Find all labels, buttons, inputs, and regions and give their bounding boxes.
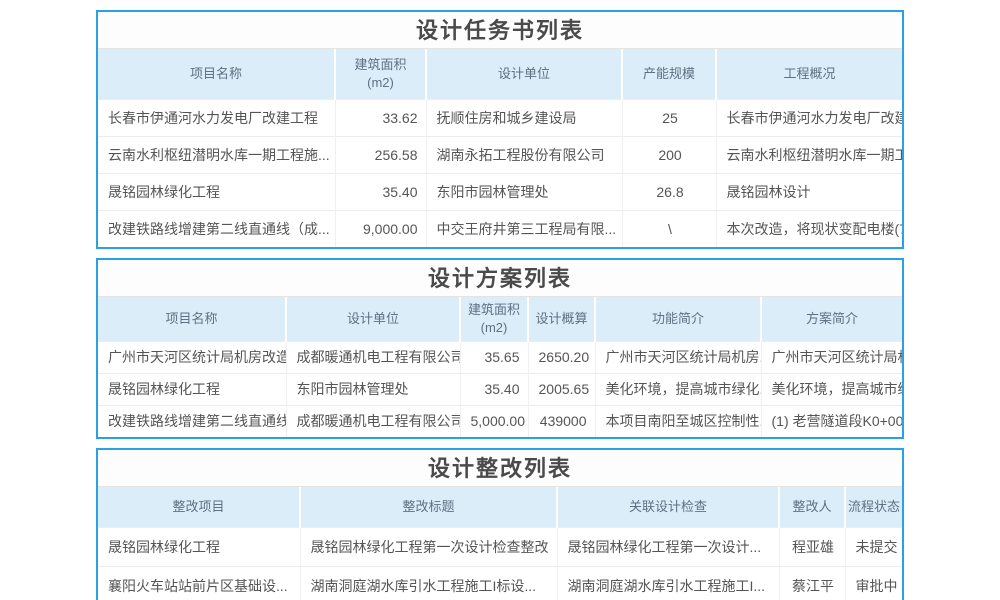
page: 设计任务书列表 项目名称建筑面积 (m2)设计单位产能规模工程概况长春市伊通河水… (0, 0, 1000, 600)
project-link[interactable]: 广州市天河区统计局机房改造... (98, 341, 286, 373)
number-cell: 35.65 (460, 341, 528, 373)
column-header: 建筑面积 (m2) (335, 49, 426, 99)
table-row: 改建铁路线增建第二线直通线（成...9,000.00中交王府井第三工程局有限..… (98, 210, 902, 247)
text-cell: 广州市天河区统计局机房... (761, 341, 902, 373)
number-cell: 439000 (528, 405, 595, 437)
text-cell: 长春市伊通河水力发电厂改建... (716, 99, 902, 136)
design-rectify-table: 整改项目整改标题关联设计检查整改人流程状态晟铭园林绿化工程晟铭园林绿化工程第一次… (98, 487, 902, 600)
number-cell: 256.58 (335, 136, 426, 173)
project-link[interactable]: 晟铭园林绿化工程 (98, 173, 335, 210)
value-cell: 25 (622, 99, 716, 136)
project-link[interactable]: 云南水利枢纽潜明水库一期工程施... (98, 136, 335, 173)
table-row: 晟铭园林绿化工程晟铭园林绿化工程第一次设计检查整改晟铭园林绿化工程第一次设计..… (98, 527, 902, 566)
column-header: 设计单位 (286, 297, 460, 341)
table-row: 广州市天河区统计局机房改造...成都暖通机电工程有限公司35.652650.20… (98, 341, 902, 373)
design-task-table: 项目名称建筑面积 (m2)设计单位产能规模工程概况长春市伊通河水力发电厂改建工程… (98, 49, 902, 247)
text-cell: 美化环境，提高城市绿化... (595, 373, 761, 405)
value-cell: 26.8 (622, 173, 716, 210)
number-cell: 2005.65 (528, 373, 595, 405)
column-header: 整改项目 (98, 487, 300, 527)
person-link[interactable]: 程亚雄 (779, 527, 845, 566)
panel-title-design-task-list: 设计任务书列表 (98, 12, 902, 49)
panel-title-design-rectify-list: 设计整改列表 (98, 450, 902, 487)
table-row: 襄阳火车站站前片区基础设...湖南洞庭湖水库引水工程施工I标设...湖南洞庭湖水… (98, 566, 902, 600)
header-row: 项目名称建筑面积 (m2)设计单位产能规模工程概况 (98, 49, 902, 99)
project-link[interactable]: 晟铭园林绿化工程 (98, 527, 300, 566)
text-cell: (1) 老营隧道段K0+000... (761, 405, 902, 437)
number-cell: 9,000.00 (335, 210, 426, 247)
text-cell: 成都暖通机电工程有限公司 (286, 341, 460, 373)
header-row: 整改项目整改标题关联设计检查整改人流程状态 (98, 487, 902, 527)
text-cell: 本项目南阳至城区控制性... (595, 405, 761, 437)
value-cell: 200 (622, 136, 716, 173)
text-cell: 美化环境，提高城市绿化... (761, 373, 902, 405)
text-cell: 广州市天河区统计局机房... (595, 341, 761, 373)
text-cell: 晟铭园林设计 (716, 173, 902, 210)
column-header: 流程状态 (845, 487, 902, 527)
panel-design-rectify-list: 设计整改列表 整改项目整改标题关联设计检查整改人流程状态晟铭园林绿化工程晟铭园林… (96, 448, 904, 600)
table-row: 晟铭园林绿化工程35.40东阳市园林管理处26.8晟铭园林设计 (98, 173, 902, 210)
number-cell: 2650.20 (528, 341, 595, 373)
project-link[interactable]: 改建铁路线增建第二线直通线... (98, 405, 286, 437)
column-header: 设计概算 (528, 297, 595, 341)
column-header: 产能规模 (622, 49, 716, 99)
status-badge: 审批中 (845, 566, 902, 600)
header-row: 项目名称设计单位建筑面积 (m2)设计概算功能简介方案简介 (98, 297, 902, 341)
column-header: 关联设计检查 (557, 487, 779, 527)
number-cell: 5,000.00 (460, 405, 528, 437)
project-link[interactable]: 湖南洞庭湖水库引水工程施工I标设... (300, 566, 557, 600)
text-cell: 湖南永拓工程股份有限公司 (426, 136, 622, 173)
text-cell: 云南水利枢纽潜明水库一期工... (716, 136, 902, 173)
table-row: 晟铭园林绿化工程东阳市园林管理处35.402005.65美化环境，提高城市绿化.… (98, 373, 902, 405)
person-link[interactable]: 蔡江平 (779, 566, 845, 600)
project-link[interactable]: 改建铁路线增建第二线直通线（成... (98, 210, 335, 247)
project-link[interactable]: 襄阳火车站站前片区基础设... (98, 566, 300, 600)
column-header: 整改标题 (300, 487, 557, 527)
panel-design-task-list: 设计任务书列表 项目名称建筑面积 (m2)设计单位产能规模工程概况长春市伊通河水… (96, 10, 904, 249)
number-cell: 33.62 (335, 99, 426, 136)
panel-title-design-plan-list: 设计方案列表 (98, 260, 902, 297)
column-header: 整改人 (779, 487, 845, 527)
design-plan-table: 项目名称设计单位建筑面积 (m2)设计概算功能简介方案简介广州市天河区统计局机房… (98, 297, 902, 437)
number-cell: 35.40 (335, 173, 426, 210)
panel-design-plan-list: 设计方案列表 项目名称设计单位建筑面积 (m2)设计概算功能简介方案简介广州市天… (96, 258, 904, 439)
project-link[interactable]: 晟铭园林绿化工程 (98, 373, 286, 405)
text-cell: 东阳市园林管理处 (426, 173, 622, 210)
text-cell: 中交王府井第三工程局有限... (426, 210, 622, 247)
column-header: 项目名称 (98, 297, 286, 341)
project-link[interactable]: 晟铭园林绿化工程第一次设计检查整改 (300, 527, 557, 566)
value-cell: \ (622, 210, 716, 247)
text-cell: 晟铭园林绿化工程第一次设计... (557, 527, 779, 566)
text-cell: 本次改造，将现状变配电楼(7#... (716, 210, 902, 247)
project-link[interactable]: 长春市伊通河水力发电厂改建工程 (98, 99, 335, 136)
text-cell: 抚顺住房和城乡建设局 (426, 99, 622, 136)
column-header: 工程概况 (716, 49, 902, 99)
text-cell: 东阳市园林管理处 (286, 373, 460, 405)
column-header: 项目名称 (98, 49, 335, 99)
table-row: 改建铁路线增建第二线直通线...成都暖通机电工程有限公司5,000.004390… (98, 405, 902, 437)
column-header: 建筑面积 (m2) (460, 297, 528, 341)
column-header: 方案简介 (761, 297, 902, 341)
table-row: 长春市伊通河水力发电厂改建工程33.62抚顺住房和城乡建设局25长春市伊通河水力… (98, 99, 902, 136)
table-row: 云南水利枢纽潜明水库一期工程施...256.58湖南永拓工程股份有限公司200云… (98, 136, 902, 173)
column-header: 功能简介 (595, 297, 761, 341)
text-cell: 湖南洞庭湖水库引水工程施工I... (557, 566, 779, 600)
number-cell: 35.40 (460, 373, 528, 405)
text-cell: 成都暖通机电工程有限公司 (286, 405, 460, 437)
column-header: 设计单位 (426, 49, 622, 99)
status-badge: 未提交 (845, 527, 902, 566)
